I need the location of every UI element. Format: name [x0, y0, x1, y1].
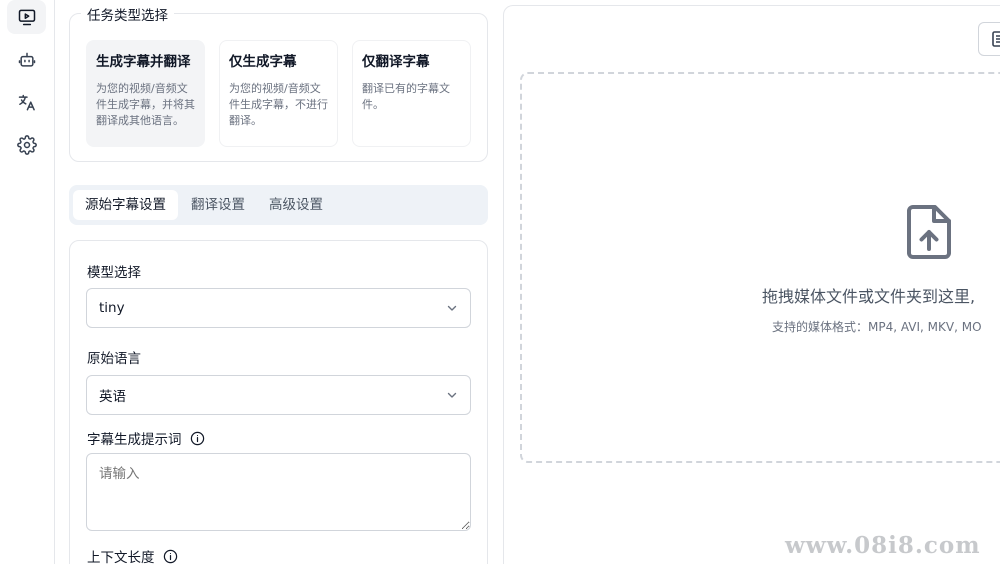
dropzone-formats-text: 支持的媒体格式：MP4, AVI, MKV, MO	[772, 320, 982, 334]
sidebar-item-subtitles[interactable]	[7, 0, 46, 34]
gear-icon	[16, 135, 37, 155]
prompt-textarea[interactable]	[86, 453, 471, 531]
task-option-desc: 为您的视频/音频文件生成字幕，并将其翻译成其他语言。	[96, 82, 195, 127]
settings-tabs: 源始字幕设置 翻译设置 高级设置	[69, 185, 488, 225]
chevron-down-icon	[447, 392, 457, 398]
translate-icon	[18, 94, 35, 111]
tab-translation-settings[interactable]: 翻译设置	[179, 190, 257, 220]
info-icon[interactable]	[163, 549, 178, 564]
dropzone-main-text: 拖拽媒体文件或文件夹到这里,	[762, 287, 976, 306]
file-list-icon	[992, 31, 1000, 47]
language-label: 原始语言	[87, 351, 141, 367]
task-option-generate-translate[interactable]: 生成字幕并翻译 为您的视频/音频文件生成字幕，并将其翻译成其他语言。	[86, 40, 205, 147]
task-option-title: 仅翻译字幕	[362, 54, 430, 70]
model-select-value: tiny	[99, 300, 125, 316]
model-label: 模型选择	[87, 265, 141, 281]
file-list-button[interactable]	[978, 22, 1000, 56]
video-play-icon	[18, 9, 35, 26]
chevron-down-icon	[447, 305, 457, 311]
task-type-title: 任务类型选择	[81, 4, 174, 24]
language-select-value: 英语	[99, 389, 126, 405]
language-select[interactable]: 英语	[86, 375, 471, 415]
task-option-generate-only[interactable]: 仅生成字幕 为您的视频/音频文件生成字幕，不进行翻译。	[219, 40, 338, 147]
file-upload-icon	[907, 205, 951, 259]
sidebar-item-translate[interactable]	[7, 86, 46, 120]
model-select[interactable]: tiny	[86, 288, 471, 328]
info-icon[interactable]	[190, 431, 205, 446]
sidebar	[0, 0, 55, 564]
watermark: www.08i8.com	[785, 532, 981, 559]
task-option-desc: 翻译已有的字幕文件。	[362, 82, 450, 111]
task-option-title: 仅生成字幕	[229, 54, 297, 70]
tab-advanced-settings[interactable]: 高级设置	[257, 190, 335, 220]
sidebar-item-assistant[interactable]	[7, 43, 46, 77]
file-dropzone[interactable]	[520, 72, 1000, 463]
sidebar-item-settings[interactable]	[7, 128, 46, 162]
tab-source-subtitle-settings[interactable]: 源始字幕设置	[73, 190, 178, 220]
prompt-label: 字幕生成提示词	[87, 428, 205, 448]
context-length-label: 上下文长度	[87, 546, 178, 564]
task-option-translate-only[interactable]: 仅翻译字幕 翻译已有的字幕文件。	[352, 40, 471, 147]
robot-icon	[18, 52, 35, 67]
task-option-title: 生成字幕并翻译	[96, 54, 191, 70]
task-option-desc: 为您的视频/音频文件生成字幕，不进行翻译。	[229, 82, 328, 127]
